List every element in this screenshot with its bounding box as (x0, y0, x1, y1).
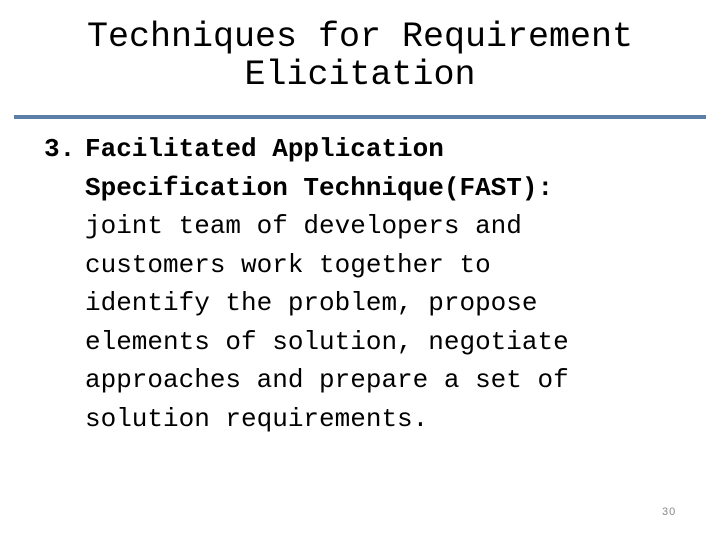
body-line-3: identify the problem, propose (85, 288, 538, 318)
body-line-2: customers work together to (85, 249, 491, 280)
slide-title-line-1: Techniques for Requirement (86, 17, 634, 57)
slide-body: 3. Facilitated Application Specification … (44, 130, 704, 438)
body-line-5: approaches and prepare a set of (85, 365, 569, 395)
body-line-4: elements of solution, negotiate (85, 326, 569, 357)
body-line-6: solution requirements. (85, 403, 429, 434)
list-item-heading-line-2: Specification Technique(FAST): (85, 172, 554, 203)
page-number: 30 (662, 506, 677, 518)
slide-title-line-2: Elicitation (244, 55, 476, 95)
title-divider (14, 115, 706, 119)
list-item-number: 3. (44, 134, 76, 164)
slide-title: Techniques for Requirement Elicitation (0, 18, 720, 94)
list-item-heading-line-1: 3. Facilitated Application (44, 130, 704, 169)
list-item-heading: Facilitated Application (85, 134, 444, 164)
body-line-1: joint team of developers and (85, 211, 522, 241)
